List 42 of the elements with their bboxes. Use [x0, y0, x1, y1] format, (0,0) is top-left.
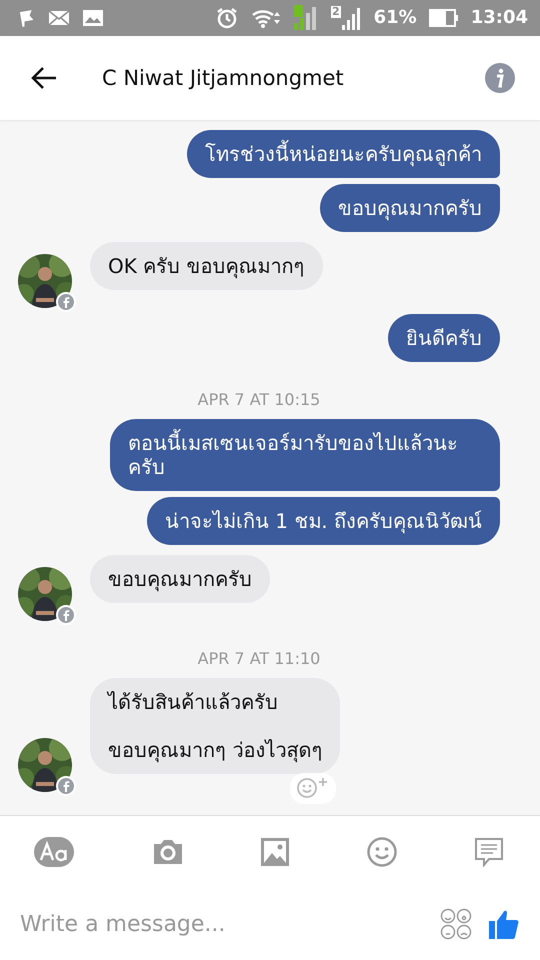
quick-reply-button[interactable] [474, 837, 504, 867]
signal-icon [342, 6, 362, 30]
sticker-button[interactable] [440, 908, 472, 940]
back-arrow-icon [30, 66, 58, 90]
facebook-badge-icon [56, 292, 76, 312]
message-bubble: ขอบคุณมากครับ [90, 555, 270, 603]
faces-icon [440, 908, 472, 940]
message-bubble: น่าจะไม่เกิน 1 ชม. ถึงครับคุณนิวัฒน์ [146, 497, 500, 545]
message-bubble: ยินดีครับ [388, 314, 500, 362]
image-icon [261, 838, 289, 866]
signal-icon [292, 5, 319, 31]
contact-name: C Niwat Jitjamnongmet [102, 66, 345, 90]
camera-button[interactable] [152, 838, 184, 866]
chat-bubble-icon [474, 837, 504, 867]
image-icon [82, 9, 104, 27]
timestamp: APR 7 AT 11:10 [198, 649, 320, 668]
add-reaction-button[interactable] [290, 773, 336, 804]
message-bubble: ขอบคุณมากครับ [320, 184, 500, 232]
like-button[interactable] [488, 908, 520, 940]
battery-level: 61% [374, 9, 417, 27]
text-format-button[interactable] [34, 837, 74, 867]
smiley-icon [366, 837, 396, 867]
facebook-badge-icon [56, 776, 76, 796]
gallery-button[interactable] [261, 838, 289, 866]
mail-icon [48, 10, 70, 26]
info-icon [484, 62, 516, 94]
thumbs-up-icon [488, 908, 520, 940]
message-bubble: OK ครับ ขอบคุณมากๆ [90, 242, 323, 290]
message-bubble: ตอนนี้เมสเซนเจอร์มารับของไปแล้วนะครับ [110, 419, 500, 491]
message-bubble: โทรช่วงนี้หน่อยนะครับคุณลูกค้า [187, 130, 500, 178]
battery-icon [428, 9, 459, 27]
camera-icon [152, 838, 184, 866]
clock-time: 13:04 [470, 9, 528, 27]
flag-icon [18, 9, 36, 27]
sim-number: 2 [330, 6, 341, 18]
timestamp: APR 7 AT 10:15 [198, 390, 320, 409]
message-bubble: ได้รับสินค้าแล้วครับ ขอบคุณมากๆ ว่องไวสุดๆ [90, 678, 340, 774]
text-format-icon [34, 837, 74, 867]
message-input[interactable]: Write a message... [18, 910, 424, 938]
alarm-icon [214, 6, 239, 30]
emoji-button[interactable] [366, 837, 396, 867]
facebook-badge-icon [56, 605, 76, 625]
